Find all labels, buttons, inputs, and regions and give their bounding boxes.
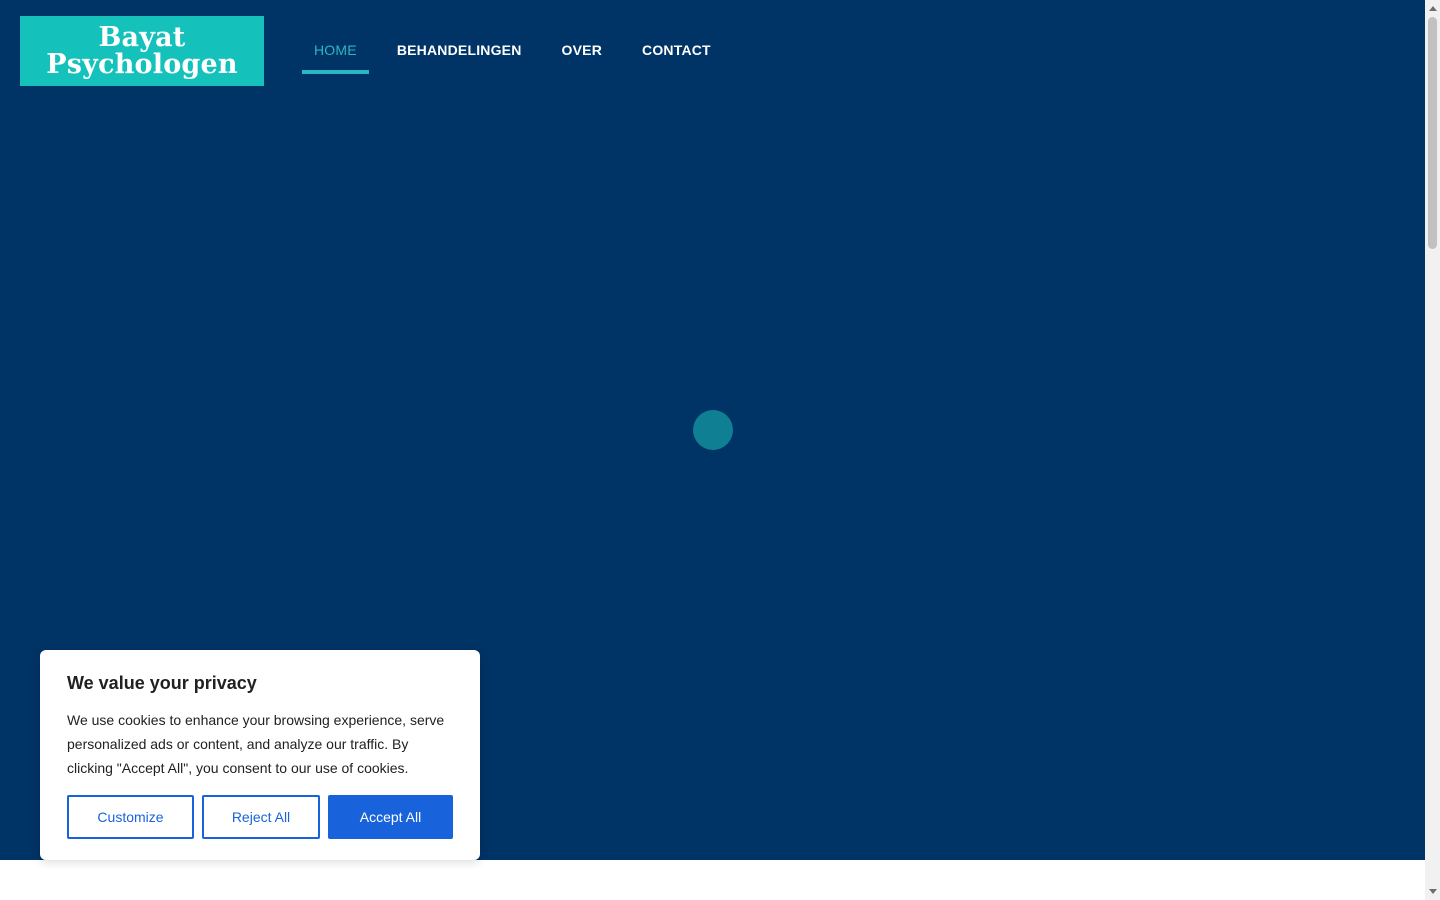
reject-all-button[interactable]: Reject All <box>202 795 320 839</box>
chevron-up-icon <box>1428 6 1437 11</box>
loading-spinner <box>693 410 733 450</box>
nav-item-contact[interactable]: CONTACT <box>630 30 723 74</box>
nav-item-home[interactable]: HOME <box>302 30 369 74</box>
accept-all-button[interactable]: Accept All <box>328 795 453 839</box>
scrollbar-thumb[interactable] <box>1428 17 1437 249</box>
scroll-down-arrow[interactable] <box>1425 883 1440 900</box>
scroll-up-arrow[interactable] <box>1425 0 1440 17</box>
page: Bayat Psychologen HOME BEHANDELINGEN OVE… <box>0 0 1440 900</box>
vertical-scrollbar[interactable] <box>1425 0 1440 900</box>
cookie-banner-title: We value your privacy <box>67 673 257 693</box>
nav-item-over[interactable]: OVER <box>550 30 614 74</box>
chevron-down-icon <box>1428 889 1437 894</box>
customize-button[interactable]: Customize <box>67 795 194 839</box>
logo-line-2: Psychologen <box>46 49 238 80</box>
nav-item-behandelingen[interactable]: BEHANDELINGEN <box>385 30 534 74</box>
main-nav: HOME BEHANDELINGEN OVER CONTACT <box>302 30 739 74</box>
logo-line-1: Bayat <box>98 22 186 53</box>
below-fold-area <box>0 860 1425 900</box>
cookie-consent-banner: We value your privacy We use cookies to … <box>40 650 480 860</box>
site-logo[interactable]: Bayat Psychologen <box>20 16 264 86</box>
cookie-banner-actions: Customize Reject All Accept All <box>67 795 461 839</box>
cookie-banner-text: We use cookies to enhance your browsing … <box>67 712 445 776</box>
